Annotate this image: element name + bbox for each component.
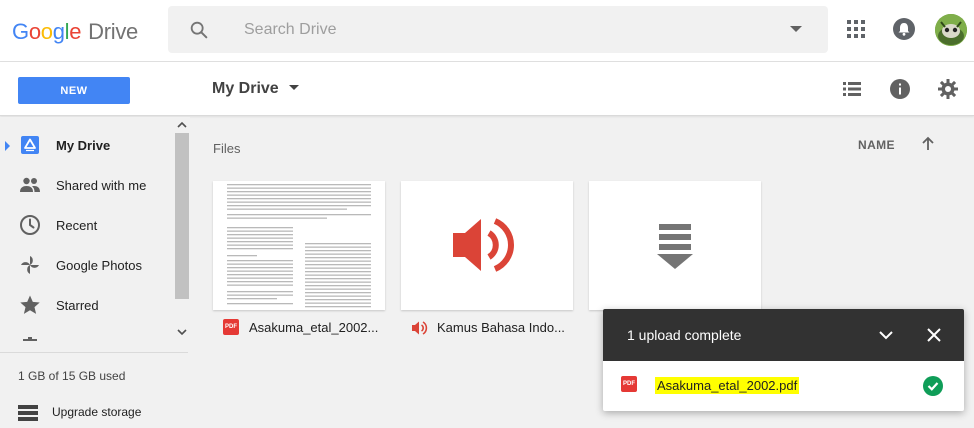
sidebar-item-my-drive[interactable]: My Drive xyxy=(0,125,172,165)
files-section-label: Files xyxy=(213,141,241,156)
document-preview-image xyxy=(213,181,385,310)
clock-icon xyxy=(18,213,42,237)
pdf-file-icon: PDF xyxy=(223,319,241,337)
sort-by-name-button[interactable]: NAME xyxy=(858,138,895,152)
sidebar-scrollbar[interactable] xyxy=(174,117,190,341)
sidebar-item-google-photos[interactable]: Google Photos xyxy=(0,245,172,285)
pdf-badge-label: PDF xyxy=(223,319,239,335)
logo-letter: G xyxy=(12,19,29,44)
file-thumbnail[interactable] xyxy=(589,181,761,310)
sidebar-item-label: Google Photos xyxy=(56,258,143,273)
pdf-file-icon: PDF xyxy=(621,376,637,392)
my-drive-icon xyxy=(18,133,42,157)
file-name[interactable]: Asakuma_etal_2002... xyxy=(249,320,383,335)
upgrade-storage-link[interactable]: Upgrade storage xyxy=(18,403,178,423)
star-icon xyxy=(18,293,42,317)
sidebar-item-partial[interactable] xyxy=(0,325,172,341)
logo-letter: o xyxy=(28,19,41,44)
info-icon[interactable] xyxy=(888,77,912,101)
sidebar-item-label: Starred xyxy=(56,298,99,313)
file-name[interactable]: Kamus Bahasa Indo... xyxy=(437,320,571,335)
scroll-down-arrow-icon[interactable] xyxy=(177,327,187,337)
my-drive-title-dropdown[interactable]: My Drive xyxy=(212,80,299,98)
sidebar-item-label: My Drive xyxy=(56,138,111,153)
google-drive-logo[interactable]: Google Drive xyxy=(12,19,138,45)
search-options-dropdown-icon[interactable] xyxy=(790,26,802,32)
sidebar-item-label: Recent xyxy=(56,218,98,233)
pdf-badge-label: PDF xyxy=(621,376,637,392)
audio-file-icon xyxy=(411,319,429,337)
logo-letter: g xyxy=(52,19,65,44)
sidebar-item-starred[interactable]: Starred xyxy=(0,285,172,325)
search-icon[interactable] xyxy=(188,19,210,46)
notifications-bell-icon[interactable] xyxy=(893,18,915,40)
settings-gear-icon[interactable] xyxy=(936,77,960,101)
upgrade-storage-label: Upgrade storage xyxy=(52,405,142,419)
trash-icon xyxy=(18,333,42,341)
storage-bars-icon xyxy=(18,405,38,426)
close-icon[interactable] xyxy=(924,325,944,345)
logo-product-name: Drive xyxy=(88,19,138,44)
audio-speaker-icon xyxy=(453,218,514,272)
new-button[interactable]: NEW xyxy=(18,77,130,104)
upload-complete-check-icon xyxy=(923,376,943,396)
upload-item-row[interactable]: PDF Asakuma_etal_2002.pdf xyxy=(603,361,964,411)
upload-panel-header: 1 upload complete xyxy=(603,309,964,361)
file-thumbnail[interactable] xyxy=(401,181,573,310)
file-thumbnail[interactable] xyxy=(213,181,385,310)
scroll-up-arrow-icon[interactable] xyxy=(177,120,187,130)
photos-pinwheel-icon xyxy=(18,253,42,277)
logo-letter: o xyxy=(40,19,53,44)
download-arrow-icon xyxy=(657,224,693,269)
sidebar-item-shared-with-me[interactable]: Shared with me xyxy=(0,165,172,205)
scrollbar-thumb[interactable] xyxy=(175,133,189,299)
people-icon xyxy=(18,173,42,197)
drive-toolbar: NEW My Drive xyxy=(0,62,974,116)
search-box[interactable] xyxy=(168,6,828,53)
list-view-icon[interactable] xyxy=(840,77,864,101)
sort-ascending-arrow-icon[interactable] xyxy=(919,135,937,153)
upload-status-panel: 1 upload complete PDF Asakuma_etal_2002.… xyxy=(603,309,964,411)
sidebar-item-label: Shared with me xyxy=(56,178,147,193)
sidebar-item-recent[interactable]: Recent xyxy=(0,205,172,245)
apps-grid-icon[interactable] xyxy=(847,20,865,38)
minimize-chevron-down-icon[interactable] xyxy=(876,325,896,345)
search-input[interactable] xyxy=(244,19,744,41)
sidebar-divider xyxy=(0,352,188,353)
upload-panel-title: 1 upload complete xyxy=(627,327,742,343)
logo-letter: e xyxy=(69,19,82,44)
drive-title-label: My Drive xyxy=(212,80,279,97)
sidebar: My Drive Shared with me Recent Google Ph… xyxy=(0,117,190,428)
uploaded-file-name[interactable]: Asakuma_etal_2002.pdf xyxy=(655,377,800,394)
caret-down-icon xyxy=(288,85,299,90)
file-item-pdf[interactable]: PDF Asakuma_etal_2002... xyxy=(213,181,385,345)
app-header: Google Drive xyxy=(0,0,974,62)
user-avatar[interactable] xyxy=(935,14,967,46)
file-item-audio[interactable]: Kamus Bahasa Indo... xyxy=(401,181,573,345)
storage-usage-text: 1 GB of 15 GB used xyxy=(18,369,126,383)
